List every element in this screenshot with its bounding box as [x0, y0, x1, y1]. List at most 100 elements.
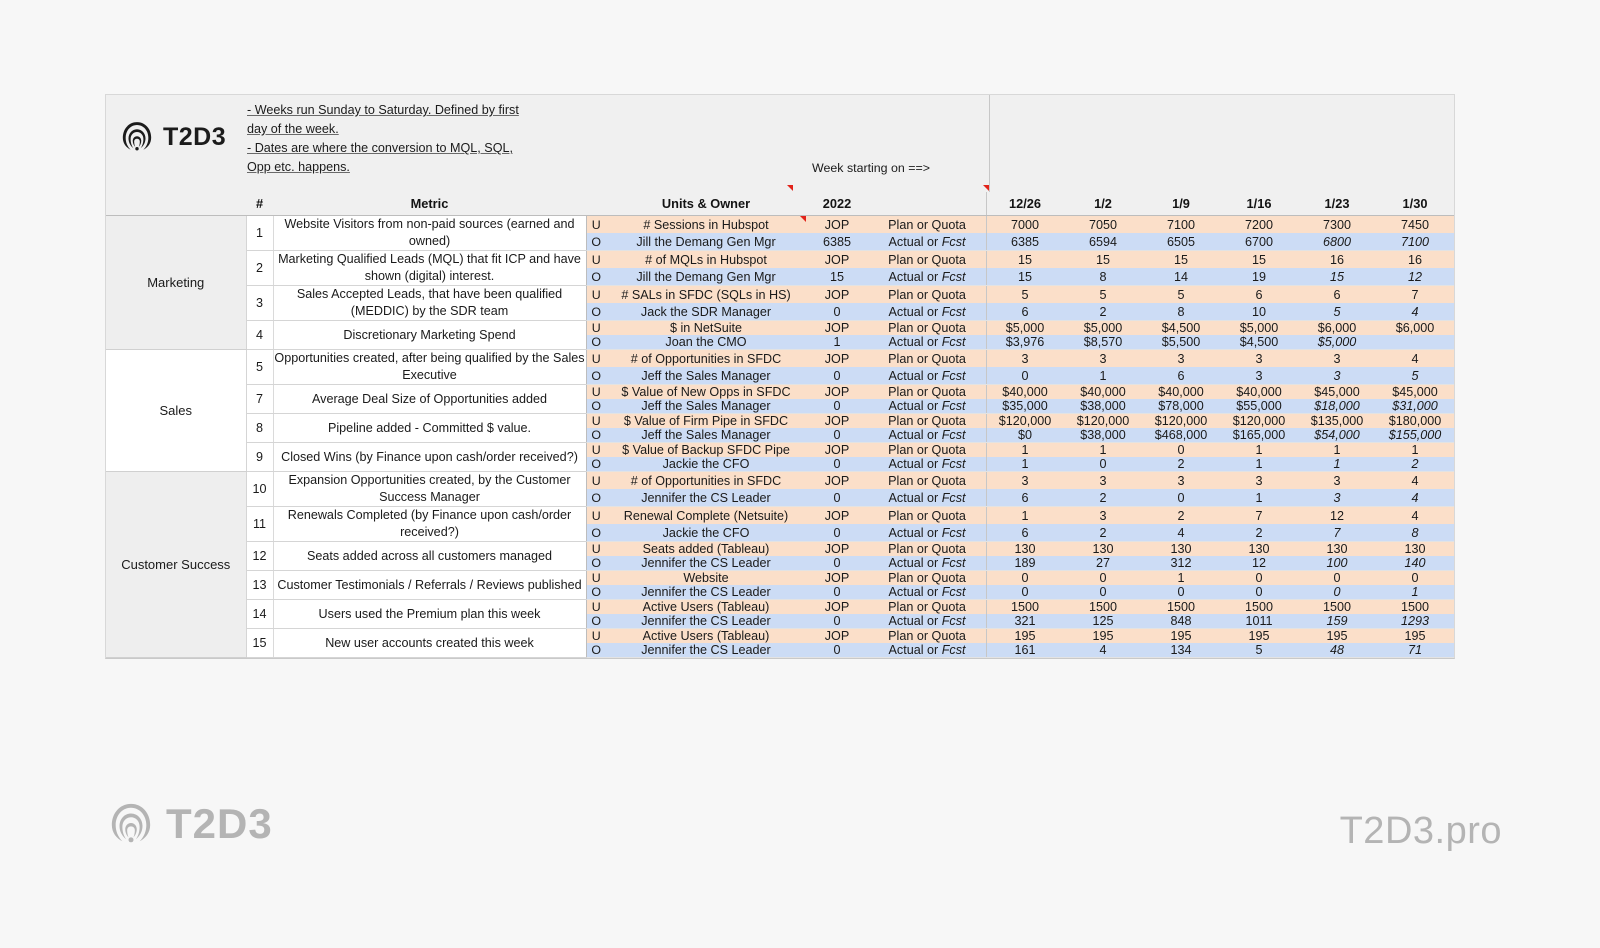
owner-name: Jill the Demang Gen Mgr — [606, 233, 806, 251]
table-row: 11 Renewals Completed (by Finance upon ca… — [106, 506, 1454, 542]
actual-value-1-16: 5 — [1220, 643, 1298, 658]
note-line-3-text: - Dates are where the conversion to MQL,… — [247, 141, 513, 155]
plan-or-quota-label: Plan or Quota — [868, 570, 986, 585]
owner-name: Jack the SDR Manager — [606, 303, 806, 321]
actual-value-1-23: 7 — [1298, 524, 1376, 542]
actual-or-fcst-label: Actual or Fcst — [868, 585, 986, 600]
units-description: # of MQLs in Hubspot — [606, 250, 806, 268]
plan-value-1-9: $40,000 — [1142, 384, 1220, 399]
actual-value-1-23: 0 — [1298, 585, 1376, 600]
actual-value-1-30: 7100 — [1376, 233, 1454, 251]
plan-value-1-23: $6,000 — [1298, 320, 1376, 335]
plan-value-1-30: 130 — [1376, 541, 1454, 556]
plan-value-1-9: 5 — [1142, 285, 1220, 303]
actual-value-1-2: $8,570 — [1064, 335, 1142, 350]
row-number: 5 — [246, 349, 274, 385]
actual-value-1-23: $54,000 — [1298, 428, 1376, 443]
actual-value-1-16: $4,500 — [1220, 335, 1298, 350]
owner-name: Jeff the Sales Manager — [606, 428, 806, 443]
metric-name: Opportunities created, after being quali… — [273, 349, 587, 385]
fcst-italic-text: Fcst — [941, 304, 966, 319]
table-row: 13 Customer Testimonials / Referrals / Re… — [106, 570, 1454, 600]
units-marker: U — [586, 320, 606, 335]
plan-value-1-9: 195 — [1142, 628, 1220, 643]
actual-value-1-23: 48 — [1298, 643, 1376, 658]
units-description: $ Value of Firm Pipe in SFDC — [606, 413, 806, 428]
units-marker: U — [586, 506, 606, 524]
plan-value-1-9: 1500 — [1142, 599, 1220, 614]
owner-name: Jill the Demang Gen Mgr — [606, 268, 806, 286]
plan-value-1-16: 7200 — [1220, 215, 1298, 233]
actual-value-1-2: 1 — [1064, 367, 1142, 385]
actual-value-1-23: 15 — [1298, 268, 1376, 286]
plan-value-12-26: 15 — [986, 250, 1064, 268]
plan-value-1-16: 3 — [1220, 349, 1298, 367]
actual-2022-value: 0 — [806, 303, 868, 321]
owner-marker: O — [586, 303, 606, 321]
actual-value-1-9: 312 — [1142, 556, 1220, 571]
plan-value-1-23: 1 — [1298, 442, 1376, 457]
actual-value-1-30: 5 — [1376, 367, 1454, 385]
header-num: # — [246, 192, 273, 216]
plan-or-quota-label: Plan or Quota — [868, 215, 986, 233]
plan-value-1-30: $180,000 — [1376, 413, 1454, 428]
actual-value-1-23: 5 — [1298, 303, 1376, 321]
actual-value-1-2: $38,000 — [1064, 428, 1142, 443]
plan-value-1-30: 1 — [1376, 442, 1454, 457]
owner-name: Jackie the CFO — [606, 524, 806, 542]
owner-name: Jennifer the CS Leader — [606, 643, 806, 658]
plan-value-1-2: $120,000 — [1064, 413, 1142, 428]
units-marker: U — [586, 442, 606, 457]
actual-value-1-9: 848 — [1142, 614, 1220, 629]
metric-name: Renewals Completed (by Finance upon cash… — [273, 506, 587, 542]
actual-value-1-30: 4 — [1376, 489, 1454, 507]
fcst-italic-text: Fcst — [941, 234, 966, 249]
plan-or-quota-label: Plan or Quota — [868, 349, 986, 367]
plan-value-12-26: 0 — [986, 570, 1064, 585]
plan-value-1-2: 5 — [1064, 285, 1142, 303]
plan-2022-value: JOP — [806, 599, 868, 614]
owner-name: Jackie the CFO — [606, 457, 806, 472]
actual-value-1-23: 3 — [1298, 489, 1376, 507]
plan-value-12-26: 1 — [986, 506, 1064, 524]
plan-value-12-26: 7000 — [986, 215, 1064, 233]
plan-2022-value: JOP — [806, 628, 868, 643]
plan-value-1-30: 4 — [1376, 471, 1454, 489]
plan-value-1-23: 7300 — [1298, 215, 1376, 233]
plan-value-1-16: 1 — [1220, 442, 1298, 457]
actual-value-1-30: 12 — [1376, 268, 1454, 286]
fcst-italic-text: Fcst — [941, 399, 966, 413]
actual-value-1-30: $31,000 — [1376, 399, 1454, 414]
header-week-12-26: 12/26 — [986, 192, 1064, 216]
plan-value-1-2: $5,000 — [1064, 320, 1142, 335]
plan-2022-value: JOP — [806, 413, 868, 428]
plan-value-1-23: $135,000 — [1298, 413, 1376, 428]
plan-value-1-30: $45,000 — [1376, 384, 1454, 399]
plan-or-quota-label: Plan or Quota — [868, 384, 986, 399]
plan-value-1-30: 4 — [1376, 349, 1454, 367]
plan-value-1-30: 195 — [1376, 628, 1454, 643]
actual-value-1-23: 1 — [1298, 457, 1376, 472]
column-divider — [989, 95, 990, 192]
table-row: 15 New user accounts created this week U Ac… — [106, 628, 1454, 658]
plan-value-1-9: 3 — [1142, 471, 1220, 489]
plan-value-1-9: 0 — [1142, 442, 1220, 457]
owner-name: Jennifer the CS Leader — [606, 556, 806, 571]
row-number: 10 — [246, 471, 274, 507]
units-description: Seats added (Tableau) — [606, 541, 806, 556]
plan-value-1-9: 3 — [1142, 349, 1220, 367]
header-logo-text: T2D3 — [163, 122, 227, 151]
plan-value-1-23: 1500 — [1298, 599, 1376, 614]
actual-value-12-26: 0 — [986, 585, 1064, 600]
plan-value-12-26: 3 — [986, 349, 1064, 367]
actual-value-12-26: 0 — [986, 367, 1064, 385]
fcst-italic-text: Fcst — [941, 335, 966, 349]
t2d3-wifi-logo-icon — [120, 120, 154, 154]
actual-value-1-9: $468,000 — [1142, 428, 1220, 443]
plan-value-1-2: $40,000 — [1064, 384, 1142, 399]
row-number: 4 — [246, 320, 274, 350]
actual-value-1-2: 27 — [1064, 556, 1142, 571]
metric-name: Average Deal Size of Opportunities added — [273, 384, 587, 414]
plan-2022-value: JOP — [806, 250, 868, 268]
actual-or-fcst-label: Actual or Fcst — [868, 233, 986, 251]
